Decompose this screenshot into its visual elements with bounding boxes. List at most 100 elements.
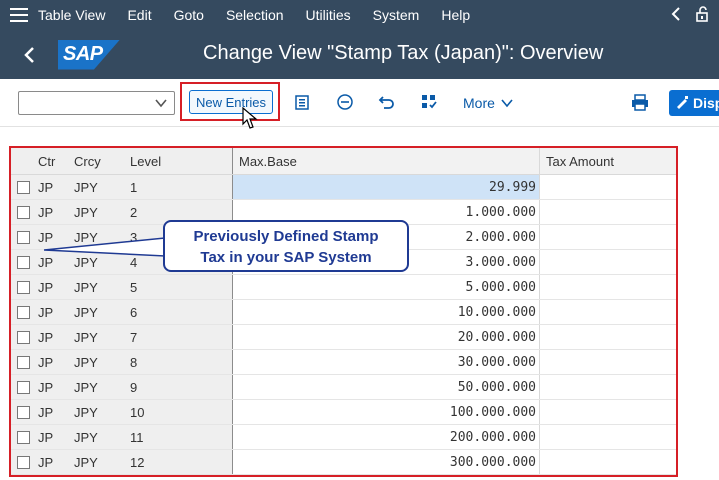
row-select-checkbox[interactable] [11, 200, 35, 224]
row-select-checkbox[interactable] [11, 375, 35, 399]
row-select-checkbox[interactable] [11, 275, 35, 299]
menu-selection[interactable]: Selection [226, 7, 284, 23]
column-header-level[interactable]: Level [127, 148, 233, 174]
menu-edit[interactable]: Edit [127, 7, 151, 23]
menu-goto[interactable]: Goto [174, 7, 204, 23]
cell-tax-amount[interactable] [540, 225, 676, 249]
menu-help[interactable]: Help [441, 7, 470, 23]
cell-tax-amount[interactable] [540, 425, 676, 449]
cell-max-base[interactable]: 5.000.000 [233, 275, 540, 299]
checkbox[interactable] [16, 455, 30, 469]
table-row[interactable]: JP JPY 6 10.000.000 [11, 300, 676, 325]
table-row[interactable]: JP JPY 10 100.000.000 [11, 400, 676, 425]
menu-system[interactable]: System [373, 7, 420, 23]
mouse-cursor-icon [242, 107, 258, 129]
undo-icon[interactable] [378, 93, 396, 116]
cell-max-base[interactable]: 20.000.000 [233, 325, 540, 349]
delete-icon[interactable] [336, 93, 354, 116]
table-row[interactable]: JP JPY 12 300.000.000 [11, 450, 676, 475]
table-row[interactable]: JP JPY 7 20.000.000 [11, 325, 676, 350]
new-entries-button[interactable]: New Entries [189, 90, 273, 114]
collapse-left-icon[interactable] [671, 6, 681, 24]
row-select-checkbox[interactable] [11, 450, 35, 474]
row-select-checkbox[interactable] [11, 225, 35, 249]
cell-tax-amount[interactable] [540, 375, 676, 399]
checkbox[interactable] [16, 355, 30, 369]
copy-as-icon[interactable] [294, 93, 312, 116]
checkbox[interactable] [16, 180, 30, 194]
cell-level: 1 [127, 175, 233, 199]
table-row[interactable]: JP JPY 8 30.000.000 [11, 350, 676, 375]
cell-crcy: JPY [71, 325, 127, 349]
sap-logo: SAP [58, 39, 120, 70]
cell-tax-amount[interactable] [540, 175, 676, 199]
cell-tax-amount[interactable] [540, 275, 676, 299]
cell-crcy: JPY [71, 425, 127, 449]
cell-max-base[interactable]: 50.000.000 [233, 375, 540, 399]
row-select-checkbox[interactable] [11, 175, 35, 199]
cell-tax-amount[interactable] [540, 300, 676, 324]
checkbox[interactable] [16, 380, 30, 394]
table-row[interactable]: JP JPY 11 200.000.000 [11, 425, 676, 450]
row-select-checkbox[interactable] [11, 325, 35, 349]
cell-level: 12 [127, 450, 233, 474]
row-select-checkbox[interactable] [11, 300, 35, 324]
menu-utilities[interactable]: Utilities [306, 7, 351, 23]
cell-tax-amount[interactable] [540, 200, 676, 224]
cell-tax-amount[interactable] [540, 325, 676, 349]
lock-icon[interactable] [695, 5, 711, 25]
table-row[interactable]: JP JPY 5 5.000.000 [11, 275, 676, 300]
table-row[interactable]: JP JPY 1 29.999 [11, 175, 676, 200]
cell-level: 9 [127, 375, 233, 399]
row-select-checkbox[interactable] [11, 350, 35, 374]
checkbox[interactable] [16, 430, 30, 444]
cell-tax-amount[interactable] [540, 450, 676, 474]
cell-ctr: JP [35, 375, 71, 399]
checkbox[interactable] [16, 305, 30, 319]
print-icon[interactable] [631, 93, 649, 116]
cell-max-base[interactable]: 100.000.000 [233, 400, 540, 424]
column-header-tax-amount[interactable]: Tax Amount [540, 148, 676, 174]
select-column-header[interactable] [11, 148, 35, 174]
cell-max-base[interactable]: 30.000.000 [233, 350, 540, 374]
column-header-ctr[interactable]: Ctr [35, 148, 71, 174]
cell-tax-amount[interactable] [540, 350, 676, 374]
cell-ctr: JP [35, 325, 71, 349]
cell-ctr: JP [35, 450, 71, 474]
callout-pointer [44, 237, 166, 257]
more-button[interactable]: More [463, 95, 513, 111]
cell-ctr: JP [35, 300, 71, 324]
menu-bar: Table View Edit Goto Selection Utilities… [0, 0, 719, 30]
cell-tax-amount[interactable] [540, 250, 676, 274]
back-icon[interactable] [0, 46, 58, 64]
column-header-max-base[interactable]: Max.Base [233, 148, 540, 174]
cell-max-base[interactable]: 29.999 [233, 175, 540, 199]
display-button[interactable]: Disp [669, 90, 719, 116]
cell-max-base[interactable]: 200.000.000 [233, 425, 540, 449]
cell-level: 7 [127, 325, 233, 349]
hamburger-menu-icon[interactable] [0, 8, 38, 22]
checkbox[interactable] [16, 205, 30, 219]
select-all-icon[interactable] [420, 93, 438, 116]
command-dropdown[interactable] [18, 91, 175, 115]
cell-ctr: JP [35, 275, 71, 299]
cell-crcy: JPY [71, 400, 127, 424]
column-header-crcy[interactable]: Crcy [71, 148, 127, 174]
row-select-checkbox[interactable] [11, 250, 35, 274]
cell-ctr: JP [35, 200, 71, 224]
checkbox[interactable] [16, 255, 30, 269]
row-select-checkbox[interactable] [11, 400, 35, 424]
cell-tax-amount[interactable] [540, 400, 676, 424]
checkbox[interactable] [16, 280, 30, 294]
cell-max-base[interactable]: 10.000.000 [233, 300, 540, 324]
checkbox[interactable] [16, 405, 30, 419]
chevron-down-icon [154, 96, 168, 115]
cell-max-base[interactable]: 300.000.000 [233, 450, 540, 474]
row-select-checkbox[interactable] [11, 425, 35, 449]
menu-table-view[interactable]: Table View [38, 7, 105, 23]
checkbox[interactable] [16, 230, 30, 244]
checkbox[interactable] [16, 330, 30, 344]
page-title: Change View "Stamp Tax (Japan)": Overvie… [203, 42, 604, 64]
cell-level: 5 [127, 275, 233, 299]
table-row[interactable]: JP JPY 9 50.000.000 [11, 375, 676, 400]
